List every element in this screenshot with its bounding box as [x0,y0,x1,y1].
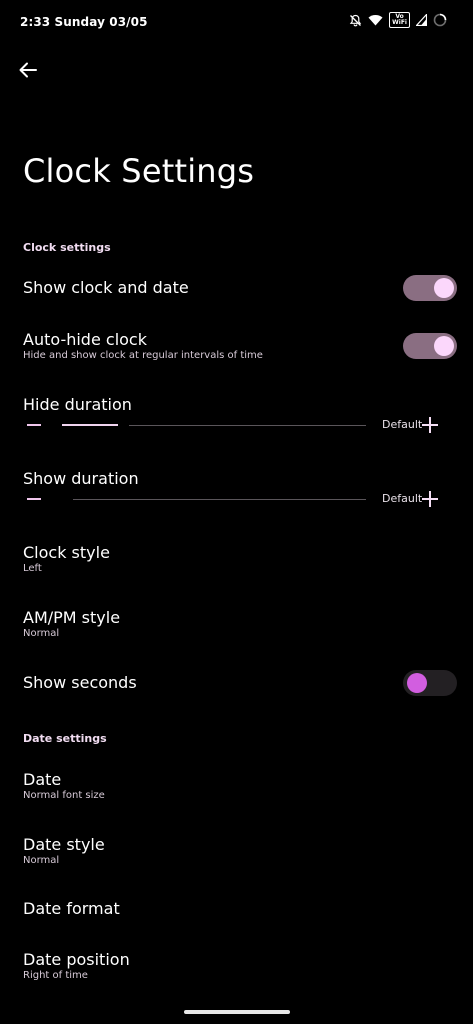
page-title: Clock Settings [23,152,255,190]
bell-off-icon [349,14,362,27]
row-subtitle: Normal font size [23,790,105,801]
hide-duration-plus-icon[interactable] [422,417,438,433]
auto-hide-clock-toggle[interactable] [403,333,457,359]
row-title: AM/PM style [23,608,121,627]
row-title: Date format [23,899,120,918]
clock-style-row[interactable]: Clock style Left [0,535,473,583]
signal-icon [416,14,427,26]
show-clock-and-date-toggle[interactable] [403,275,457,301]
row-title: Show seconds [23,673,137,692]
row-title: Hide duration [23,395,132,414]
show-duration-row: Show duration Default [0,460,473,520]
ampm-style-row[interactable]: AM/PM style Normal [0,600,473,648]
row-subtitle: Normal [23,855,60,866]
show-duration-plus-icon[interactable] [422,491,438,507]
row-subtitle: Hide and show clock at regular intervals… [23,350,263,361]
toggle-knob [407,673,427,693]
row-title: Date position [23,950,130,969]
row-title: Show duration [23,469,139,488]
auto-hide-clock-row[interactable]: Auto-hide clock Hide and show clock at r… [0,322,473,372]
date-format-row[interactable]: Date format [0,888,473,932]
arrow-left-icon [19,62,37,78]
row-title: Date style [23,835,105,854]
toggle-knob [434,278,454,298]
row-subtitle: Left [23,563,42,574]
battery-icon [433,13,447,27]
vowifi-icon: Vo WiFi [389,12,410,28]
row-title: Date [23,770,62,789]
section-header-clock: Clock settings [23,241,111,254]
row-title: Show clock and date [23,278,189,297]
status-bar: 2:33 Sunday 03/05 Vo WiFi [0,0,473,44]
wifi-icon [368,14,383,26]
row-subtitle: Right of time [23,970,88,981]
show-duration-slider[interactable] [73,499,366,500]
show-seconds-row[interactable]: Show seconds [0,660,473,708]
row-subtitle: Normal [23,628,60,639]
home-indicator[interactable] [184,1010,290,1014]
hide-duration-row: Hide duration Default [0,386,473,446]
vowifi-bottom-label: WiFi [392,19,407,26]
date-row[interactable]: Date Normal font size [0,762,473,810]
row-title: Clock style [23,543,110,562]
hide-duration-slider[interactable] [129,425,366,426]
hide-duration-default-label: Default [382,418,423,431]
status-icons: Vo WiFi [349,12,447,28]
show-duration-default-label: Default [382,492,423,505]
section-header-date: Date settings [23,732,107,745]
toggle-knob [434,336,454,356]
row-title: Auto-hide clock [23,330,147,349]
date-position-row[interactable]: Date position Right of time [0,942,473,990]
back-button[interactable] [14,56,42,84]
show-clock-and-date-row[interactable]: Show clock and date [0,265,473,313]
hide-duration-slider-fill [62,424,118,426]
date-style-row[interactable]: Date style Normal [0,827,473,875]
show-duration-minus-icon[interactable] [27,498,41,500]
show-seconds-toggle[interactable] [403,670,457,696]
hide-duration-minus-icon[interactable] [27,424,41,426]
status-time: 2:33 Sunday 03/05 [20,15,148,29]
